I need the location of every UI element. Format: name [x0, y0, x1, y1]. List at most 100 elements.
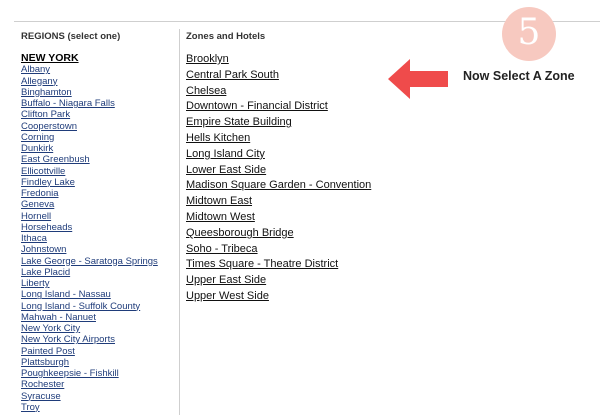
zone-list-item: Brooklyn: [186, 52, 386, 68]
region-list-item: Ithaca: [21, 233, 176, 244]
zone-list-item: Hells Kitchen: [186, 131, 386, 147]
region-link[interactable]: Ellicottville: [21, 166, 65, 177]
zone-link[interactable]: Chelsea: [186, 85, 226, 97]
zone-link[interactable]: Soho - Tribeca: [186, 243, 258, 255]
region-list-item: Troy: [21, 402, 176, 413]
step-number-badge: 5: [502, 7, 556, 61]
region-list-item: Corning: [21, 132, 176, 143]
region-link[interactable]: Lake George - Saratoga Springs: [21, 256, 158, 267]
region-list-item: Geneva: [21, 199, 176, 210]
zone-list-item: Midtown East: [186, 194, 386, 210]
region-link[interactable]: Lake Placid: [21, 267, 70, 278]
zone-link[interactable]: Brooklyn: [186, 53, 229, 65]
zone-list-item: Downtown - Financial District: [186, 99, 386, 115]
screenshot-frame: REGIONS (select one) NEW YORK Albany Alleg…: [0, 0, 600, 415]
region-list-item: East Greenbush: [21, 154, 176, 165]
zone-list-item: Central Park South: [186, 68, 386, 84]
region-list-item: Johnstown: [21, 244, 176, 255]
zone-link[interactable]: Midtown East: [186, 195, 252, 207]
zone-link[interactable]: Hells Kitchen: [186, 132, 250, 144]
zone-list-item: Times Square - Theatre District: [186, 257, 386, 273]
region-link[interactable]: Long Island - Nassau: [21, 289, 111, 300]
zone-link[interactable]: Upper West Side: [186, 290, 269, 302]
zone-list-item: Empire State Building: [186, 115, 386, 131]
region-link[interactable]: Clifton Park: [21, 109, 70, 120]
region-list-item: Fredonia: [21, 188, 176, 199]
region-link[interactable]: Ithaca: [21, 233, 47, 244]
region-list-item: Rochester: [21, 379, 176, 390]
step-number: 5: [517, 12, 541, 53]
region-list-item: Allegany: [21, 76, 176, 87]
region-link[interactable]: New York City: [21, 323, 80, 334]
region-list-item: Mahwah - Nanuet: [21, 312, 176, 323]
region-link[interactable]: Buffalo - Niagara Falls: [21, 98, 115, 109]
region-link[interactable]: Corning: [21, 132, 54, 143]
region-link[interactable]: Fredonia: [21, 188, 59, 199]
zone-link[interactable]: Long Island City: [186, 148, 265, 160]
region-link[interactable]: Plattsburgh: [21, 357, 69, 368]
region-link[interactable]: Liberty: [21, 278, 50, 289]
region-link[interactable]: Troy: [21, 402, 40, 413]
region-link[interactable]: Findley Lake: [21, 177, 75, 188]
zones-column: Zones and Hotels Brooklyn Central Park So…: [186, 30, 386, 305]
region-list-item: Dunkirk: [21, 143, 176, 154]
region-link[interactable]: Dunkirk: [21, 143, 53, 154]
region-link[interactable]: Johnstown: [21, 244, 66, 255]
region-link-selected[interactable]: NEW YORK: [21, 52, 79, 64]
regions-column: REGIONS (select one) NEW YORK Albany Alleg…: [21, 30, 176, 413]
region-list-item: Poughkeepsie - Fishkill: [21, 368, 176, 379]
zone-link[interactable]: Times Square - Theatre District: [186, 258, 338, 270]
region-list-item: Albany: [21, 64, 176, 75]
region-link[interactable]: Poughkeepsie - Fishkill: [21, 368, 119, 379]
region-list-item: Long Island - Nassau: [21, 289, 176, 300]
zone-link[interactable]: Madison Square Garden - Convention: [186, 179, 371, 191]
arrow-left-icon: [388, 59, 448, 99]
region-link[interactable]: Geneva: [21, 199, 54, 210]
zone-link[interactable]: Upper East Side: [186, 274, 266, 286]
region-link[interactable]: Rochester: [21, 379, 64, 390]
region-list-item: Clifton Park: [21, 109, 176, 120]
region-link[interactable]: Painted Post: [21, 346, 75, 357]
zone-link[interactable]: Queesborough Bridge: [186, 227, 294, 239]
region-link[interactable]: New York City Airports: [21, 334, 115, 345]
region-link[interactable]: Albany: [21, 64, 50, 75]
zone-link[interactable]: Lower East Side: [186, 164, 266, 176]
zone-list-item: Lower East Side: [186, 163, 386, 179]
region-link[interactable]: Hornell: [21, 211, 51, 222]
region-list-item: Findley Lake: [21, 177, 176, 188]
zone-list-item: Soho - Tribeca: [186, 242, 386, 258]
region-link[interactable]: Long Island - Suffolk County: [21, 301, 140, 312]
zone-list-item: Long Island City: [186, 147, 386, 163]
region-link[interactable]: Syracuse: [21, 391, 61, 402]
region-list-item: New York City Airports: [21, 334, 176, 345]
region-list-item: Lake Placid: [21, 267, 176, 278]
regions-list: NEW YORK Albany Allegany Binghamton Buffalo …: [21, 52, 176, 413]
column-divider: [179, 29, 180, 415]
region-list-item: Syracuse: [21, 391, 176, 402]
zone-list-item: Midtown West: [186, 210, 386, 226]
region-list-item: NEW YORK: [21, 52, 176, 64]
zone-list-item: Queesborough Bridge: [186, 226, 386, 242]
zone-link[interactable]: Central Park South: [186, 69, 279, 81]
region-list-item: Buffalo - Niagara Falls: [21, 98, 176, 109]
region-link[interactable]: Binghamton: [21, 87, 72, 98]
callout-text: Now Select A Zone: [463, 69, 575, 83]
zone-link[interactable]: Downtown - Financial District: [186, 100, 328, 112]
region-link[interactable]: Horseheads: [21, 222, 72, 233]
region-link[interactable]: Mahwah - Nanuet: [21, 312, 96, 323]
region-list-item: Painted Post: [21, 346, 176, 357]
region-list-item: Horseheads: [21, 222, 176, 233]
region-list-item: Binghamton: [21, 87, 176, 98]
region-link[interactable]: Allegany: [21, 76, 57, 87]
region-list-item: Ellicottville: [21, 166, 176, 177]
region-list-item: Plattsburgh: [21, 357, 176, 368]
region-list-item: Hornell: [21, 211, 176, 222]
zone-link[interactable]: Midtown West: [186, 211, 255, 223]
zone-link[interactable]: Empire State Building: [186, 116, 292, 128]
zone-list-item: Upper West Side: [186, 289, 386, 305]
region-list-item: Lake George - Saratoga Springs: [21, 256, 176, 267]
zone-list-item: Upper East Side: [186, 273, 386, 289]
region-link[interactable]: East Greenbush: [21, 154, 90, 165]
region-link[interactable]: Cooperstown: [21, 121, 77, 132]
regions-header: REGIONS (select one): [21, 31, 121, 42]
